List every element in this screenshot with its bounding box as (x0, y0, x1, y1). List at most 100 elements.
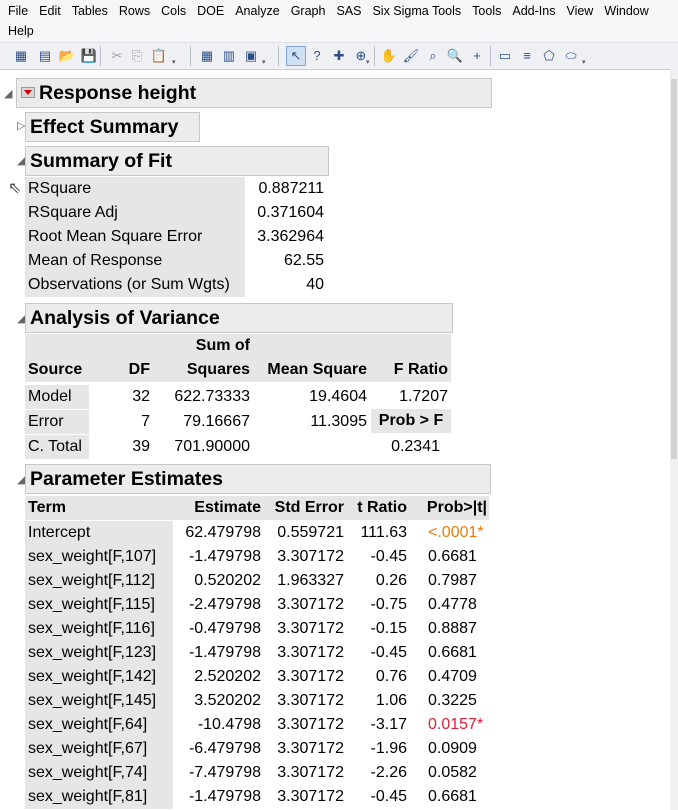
anova-col-f: F Ratio (393, 361, 448, 378)
param-row-term: sex_weight[F,142] (25, 665, 173, 689)
param-row-estimate: -1.479798 (188, 644, 261, 661)
param-row-stderr: 3.307172 (277, 764, 344, 781)
line-tool-icon[interactable]: ≡ (518, 47, 536, 65)
param-row-estimate: -7.479798 (188, 764, 261, 781)
fit-row-label: RSquare Adj (25, 201, 245, 225)
new-data-table-icon[interactable]: ▦ (12, 47, 30, 65)
red-triangle-menu-icon[interactable] (21, 87, 35, 98)
scrollbar-thumb[interactable] (671, 79, 677, 459)
toolbar-overflow-icon[interactable]: ▾ (262, 59, 270, 66)
menu-six-sigma-tools[interactable]: Six Sigma Tools (364, 4, 461, 18)
param-row-term: sex_weight[F,145] (25, 689, 173, 713)
param-row-estimate: 0.520202 (194, 572, 261, 589)
menu-tools[interactable]: Tools (464, 4, 501, 18)
menu-row-2: Help (0, 21, 34, 41)
report-window: ◢ Response height ▷ Effect Summary ◢ Sum… (0, 69, 678, 810)
anova-col-prob: Prob > F (371, 409, 451, 433)
journal-icon[interactable]: ▥ (220, 47, 238, 65)
menu-edit[interactable]: Edit (31, 4, 61, 18)
param-row-estimate: 2.520202 (194, 668, 261, 685)
param-row-stderr: 3.307172 (277, 596, 344, 613)
param-row-estimate: -0.479798 (188, 620, 261, 637)
crosshair-tool-icon[interactable]: ✚ (330, 47, 348, 65)
param-row-stderr: 3.307172 (277, 548, 344, 565)
param-row-t: -0.45 (370, 644, 407, 661)
outline-open-icon[interactable]: ◢ (4, 87, 12, 100)
menu-analyze[interactable]: Analyze (227, 4, 279, 18)
summary-of-fit-header[interactable]: Summary of Fit (25, 146, 329, 176)
param-row-term: sex_weight[F,74] (25, 761, 173, 785)
menu-doe[interactable]: DOE (189, 4, 224, 18)
param-row-p: 0.8887 (428, 620, 477, 637)
menu-window[interactable]: Window (596, 4, 648, 18)
fit-row-label: Mean of Response (25, 249, 245, 273)
cut-icon[interactable]: ✂ (108, 47, 126, 65)
param-row-t: 0.76 (375, 668, 407, 685)
magnifier-tool-icon[interactable]: 🔍 (446, 47, 464, 65)
menu-file[interactable]: File (0, 4, 28, 18)
copy-icon[interactable]: ⎘ (128, 47, 146, 65)
menu-graph[interactable]: Graph (283, 4, 326, 18)
anova-row-ms (255, 435, 367, 459)
param-row-t: -0.75 (370, 596, 407, 613)
param-col-t: t Ratio (357, 499, 407, 516)
menu-help[interactable]: Help (0, 24, 34, 38)
toolbar-overflow-icon[interactable]: ▾ (582, 59, 590, 66)
menu-tables[interactable]: Tables (64, 4, 108, 18)
menu-add-ins[interactable]: Add-Ins (504, 4, 555, 18)
report-title-header[interactable]: Response height (16, 78, 492, 108)
param-row-term: sex_weight[F,115] (25, 593, 173, 617)
param-row-stderr: 3.307172 (277, 740, 344, 757)
anova-row-df: 32 (132, 388, 150, 405)
toolbar-separator (190, 46, 191, 66)
help-tool-icon[interactable]: ? (308, 47, 326, 65)
parameter-estimates-header[interactable]: Parameter Estimates (25, 464, 491, 494)
save-icon[interactable]: 💾 (80, 47, 98, 65)
lasso-tool-icon[interactable]: ⌕ (424, 47, 442, 65)
menu-cols[interactable]: Cols (153, 4, 186, 18)
anova-row-f: 0.2341 (391, 438, 440, 455)
anova-col-ss: Squares (186, 361, 250, 378)
menu-view[interactable]: View (558, 4, 593, 18)
data-grid-icon[interactable]: ▦ (198, 47, 216, 65)
param-row-stderr: 3.307172 (277, 620, 344, 637)
param-row-p: 0.0909 (428, 740, 477, 757)
anova-row-f: 1.7207 (399, 388, 448, 405)
grabber-tool-icon[interactable]: ✋ (380, 47, 398, 65)
param-col-stderr: Std Error (274, 499, 344, 516)
param-row-stderr: 3.307172 (277, 668, 344, 685)
toolbar-overflow-icon[interactable]: ▾ (366, 59, 374, 66)
plus-tool-icon[interactable]: + (468, 47, 486, 65)
param-row-t: 1.06 (375, 692, 407, 709)
polygon-tool-icon[interactable]: ⬠ (540, 47, 558, 65)
anova-row-ss: 701.90000 (174, 438, 250, 455)
oval-tool-icon[interactable]: ⬭ (562, 47, 580, 65)
parameter-estimates-title: Parameter Estimates (30, 468, 223, 490)
annotate-tool-icon[interactable]: ▭ (496, 47, 514, 65)
param-row-p: 0.6681 (428, 788, 477, 805)
menu-rows[interactable]: Rows (111, 4, 150, 18)
effect-summary-header[interactable]: Effect Summary (25, 112, 200, 142)
param-row-term: sex_weight[F,123] (25, 641, 173, 665)
param-row-term: sex_weight[F,116] (25, 617, 173, 641)
paste-icon[interactable]: 📋 (150, 47, 168, 65)
fit-row-label: RSquare (25, 177, 245, 201)
anova-row-source: Error (25, 410, 89, 434)
param-row-stderr: 3.307172 (277, 644, 344, 661)
param-row-p: 0.7987 (428, 572, 477, 589)
arrow-tool-icon[interactable]: ↖ (286, 46, 306, 66)
fit-row-value: 3.362964 (257, 228, 324, 245)
param-row-t: -1.96 (370, 740, 407, 757)
new-script-icon[interactable]: ▤ (36, 47, 54, 65)
param-row-t: -0.15 (370, 620, 407, 637)
open-icon[interactable]: 📂 (58, 47, 76, 65)
vertical-scrollbar[interactable] (670, 69, 678, 810)
anova-header[interactable]: Analysis of Variance (25, 303, 453, 333)
fit-row-value: 62.55 (283, 252, 324, 269)
toolbar-overflow-icon[interactable]: ▾ (172, 59, 180, 66)
param-row-t: -0.45 (370, 548, 407, 565)
brush-tool-icon[interactable]: 🖌 (402, 47, 420, 65)
layout-icon[interactable]: ▣ (242, 47, 260, 65)
anova-col-source: Source (28, 361, 83, 378)
menu-sas[interactable]: SAS (328, 4, 361, 18)
